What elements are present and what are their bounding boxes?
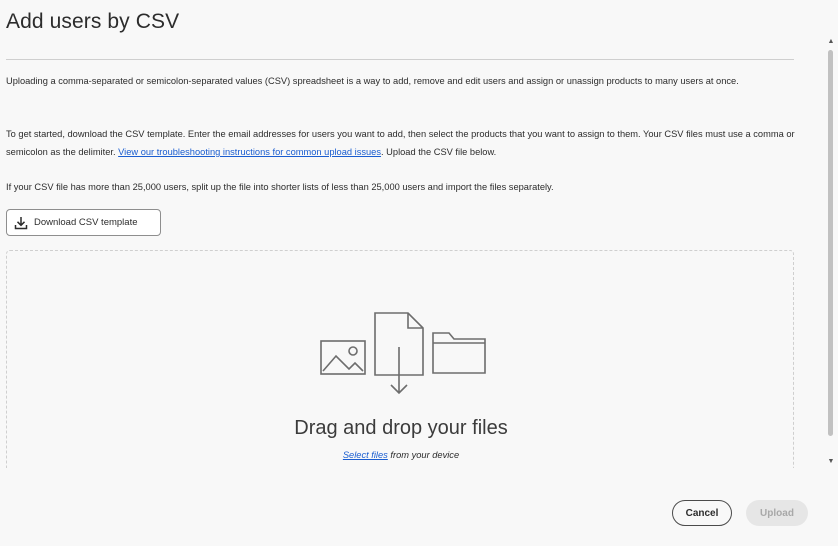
download-csv-template-button[interactable]: Download CSV template bbox=[6, 209, 161, 236]
dialog-title: Add users by CSV bbox=[6, 10, 180, 33]
dropzone-illustration bbox=[320, 312, 486, 395]
dropzone-title: Drag and drop your files bbox=[294, 417, 508, 439]
dropzone-subtitle: Select files from your device bbox=[7, 450, 795, 460]
scrollbar-thumb[interactable] bbox=[828, 50, 833, 436]
select-files-link[interactable]: Select files bbox=[343, 450, 388, 460]
title-divider bbox=[6, 59, 794, 60]
download-button-label: Download CSV template bbox=[34, 217, 138, 228]
intro-paragraph: Uploading a comma-separated or semicolon… bbox=[6, 76, 739, 86]
limit-paragraph: If your CSV file has more than 25,000 us… bbox=[6, 182, 554, 192]
select-files-suffix: from your device bbox=[387, 450, 460, 460]
cancel-button[interactable]: Cancel bbox=[672, 500, 732, 526]
file-dropzone[interactable]: Drag and drop your files Select files fr… bbox=[6, 250, 794, 468]
scroll-down-arrow-icon[interactable]: ▼ bbox=[827, 458, 835, 466]
add-users-csv-dialog: Add users by CSV Uploading a comma-separ… bbox=[0, 0, 838, 546]
troubleshooting-link[interactable]: View our troubleshooting instructions fo… bbox=[118, 147, 381, 157]
dialog-content[interactable]: Add users by CSV Uploading a comma-separ… bbox=[0, 0, 826, 468]
instructions-text-end: . Upload the CSV file below. bbox=[381, 147, 497, 157]
folder-icon bbox=[432, 332, 486, 374]
download-icon bbox=[14, 216, 28, 230]
instructions-paragraph: To get started, download the CSV templat… bbox=[6, 125, 796, 161]
file-download-icon bbox=[374, 312, 424, 395]
vertical-scrollbar[interactable]: ▲ ▼ bbox=[826, 30, 836, 470]
image-icon bbox=[320, 340, 366, 375]
upload-button[interactable]: Upload bbox=[746, 500, 808, 526]
scroll-up-arrow-icon[interactable]: ▲ bbox=[827, 38, 835, 46]
